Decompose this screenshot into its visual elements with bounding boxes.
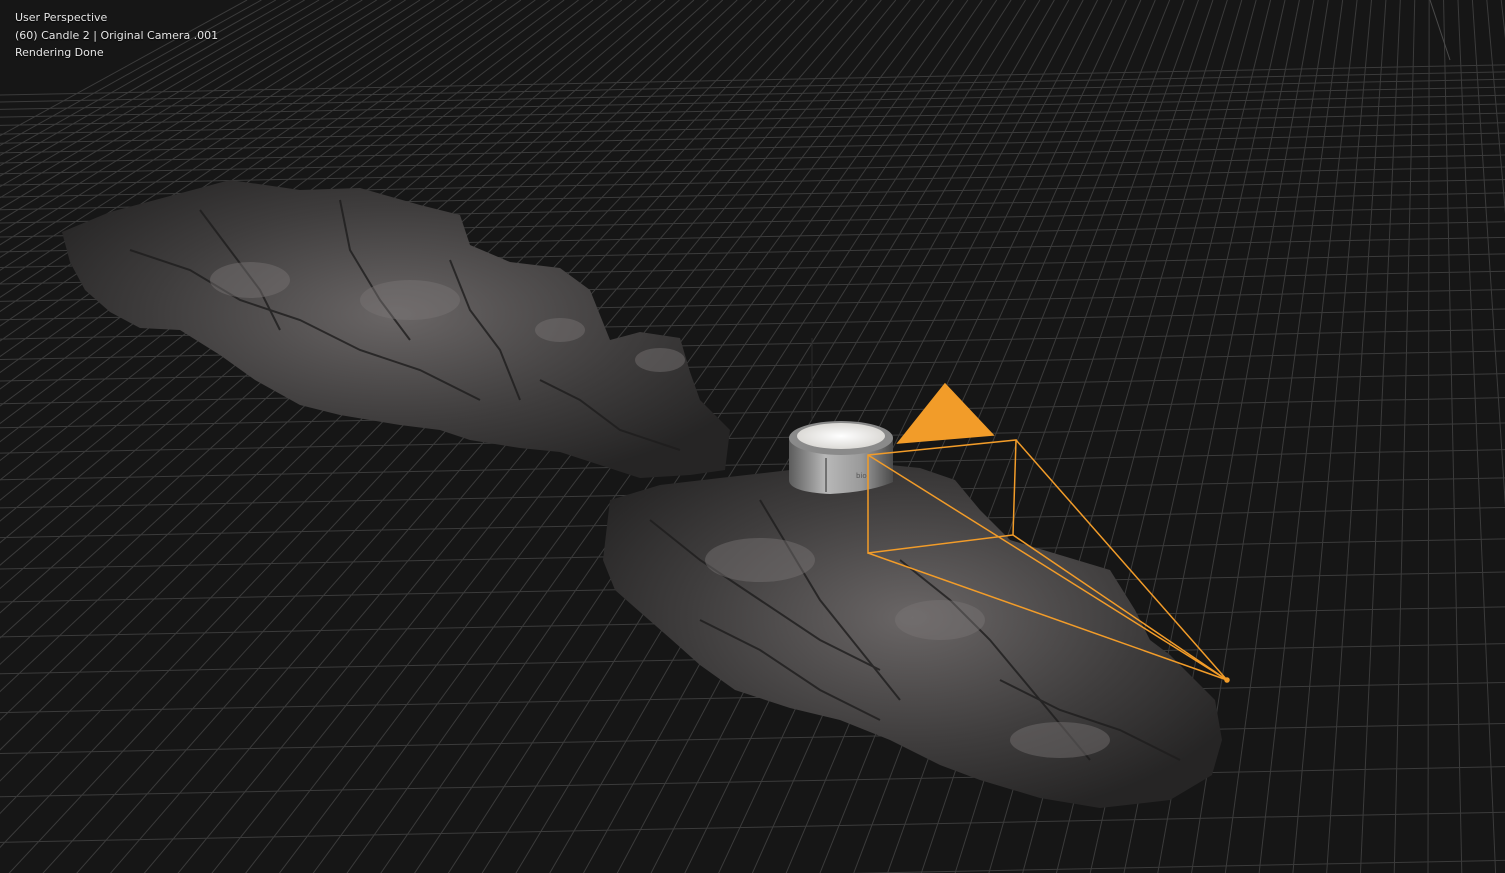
floor-grid <box>0 0 1505 873</box>
candle-label: bio <box>856 472 867 480</box>
candle-object[interactable]: bio <box>789 421 893 494</box>
3d-viewport[interactable]: bio User Perspective (60) Candle 2 | Ori… <box>0 0 1505 873</box>
camera-up-triangle <box>896 382 995 444</box>
scene-canvas[interactable]: bio <box>0 0 1505 873</box>
